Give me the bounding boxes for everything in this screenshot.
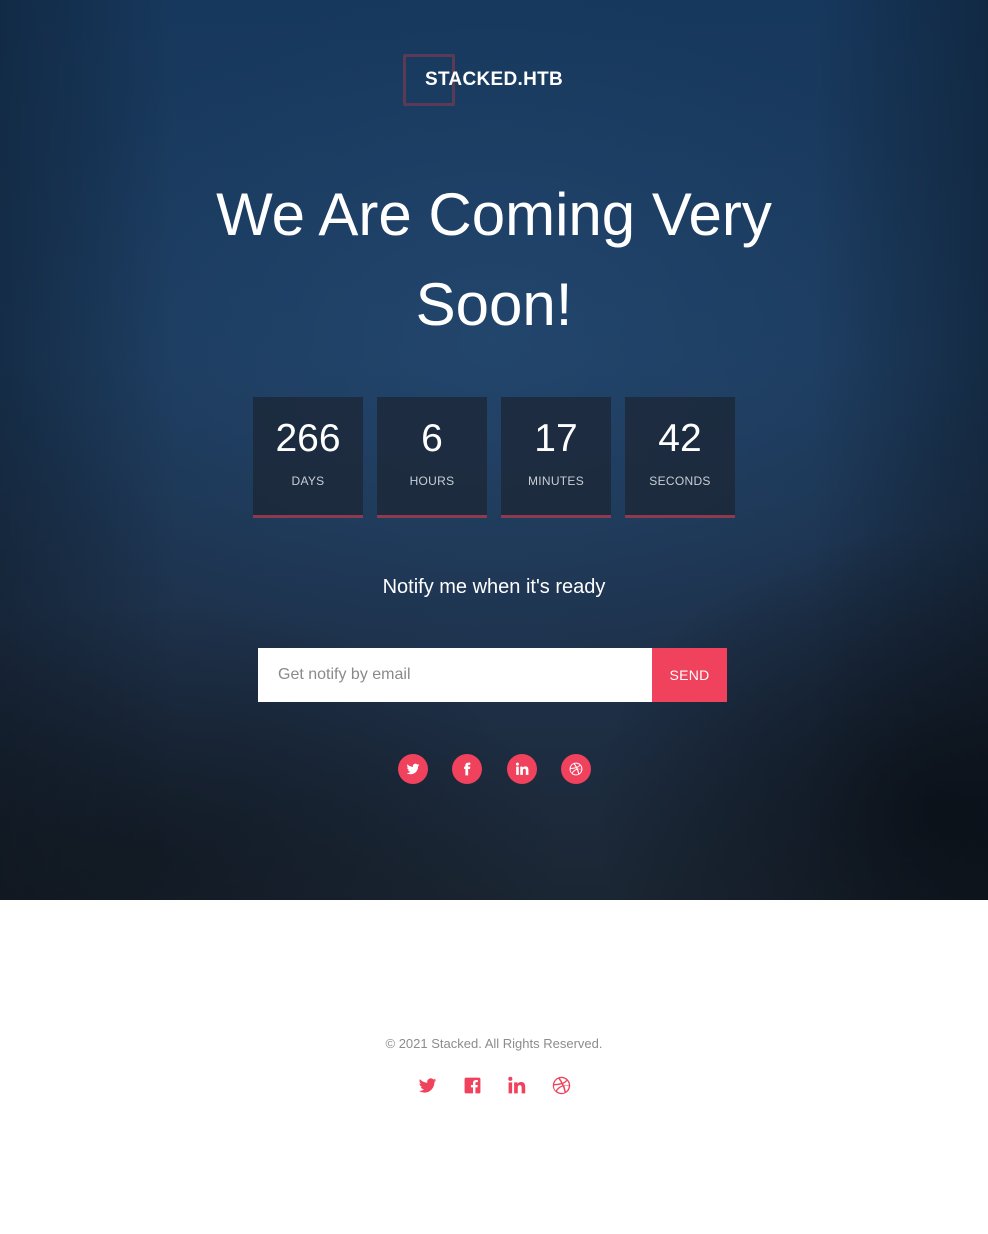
dribbble-icon[interactable] [550, 1074, 572, 1096]
logo[interactable]: STACKED.HTB [0, 54, 988, 106]
countdown-minutes: 17 MINUTES [501, 397, 611, 518]
subscribe-form: SEND [258, 648, 727, 702]
twitter-icon[interactable] [398, 754, 428, 784]
countdown-hours-label: HOURS [409, 474, 455, 488]
countdown-hours-value: 6 [421, 417, 443, 460]
footer-social-links [0, 1074, 988, 1096]
countdown-seconds-value: 42 [658, 417, 702, 460]
footer-copyright: © 2021 Stacked. All Rights Reserved. [385, 1036, 603, 1051]
hero-social-links [0, 754, 988, 784]
page-headline: We Are Coming Very Soon! [216, 181, 772, 338]
linkedin-icon[interactable] [505, 1074, 527, 1096]
twitter-icon[interactable] [416, 1074, 438, 1096]
countdown-hours: 6 HOURS [377, 397, 487, 518]
countdown-days: 266 DAYS [253, 397, 363, 518]
send-button[interactable]: SEND [652, 648, 727, 702]
linkedin-icon[interactable] [507, 754, 537, 784]
dribbble-icon[interactable] [561, 754, 591, 784]
countdown-seconds: 42 SECONDS [625, 397, 735, 518]
email-input[interactable] [258, 648, 652, 702]
countdown-days-value: 266 [275, 417, 341, 460]
logo-text: STACKED.HTB [424, 69, 564, 90]
countdown-seconds-label: SECONDS [649, 474, 711, 488]
hero-section: STACKED.HTB We Are Coming Very Soon! 266… [0, 0, 988, 900]
countdown-minutes-value: 17 [534, 417, 578, 460]
notify-heading: Notify me when it's ready [382, 576, 606, 598]
countdown-days-label: DAYS [291, 474, 325, 488]
facebook-square-icon[interactable] [461, 1074, 483, 1096]
countdown-minutes-label: MINUTES [527, 474, 585, 488]
countdown-timer: 266 DAYS 6 HOURS 17 MINUTES 42 SECONDS [0, 397, 988, 518]
facebook-icon[interactable] [452, 754, 482, 784]
